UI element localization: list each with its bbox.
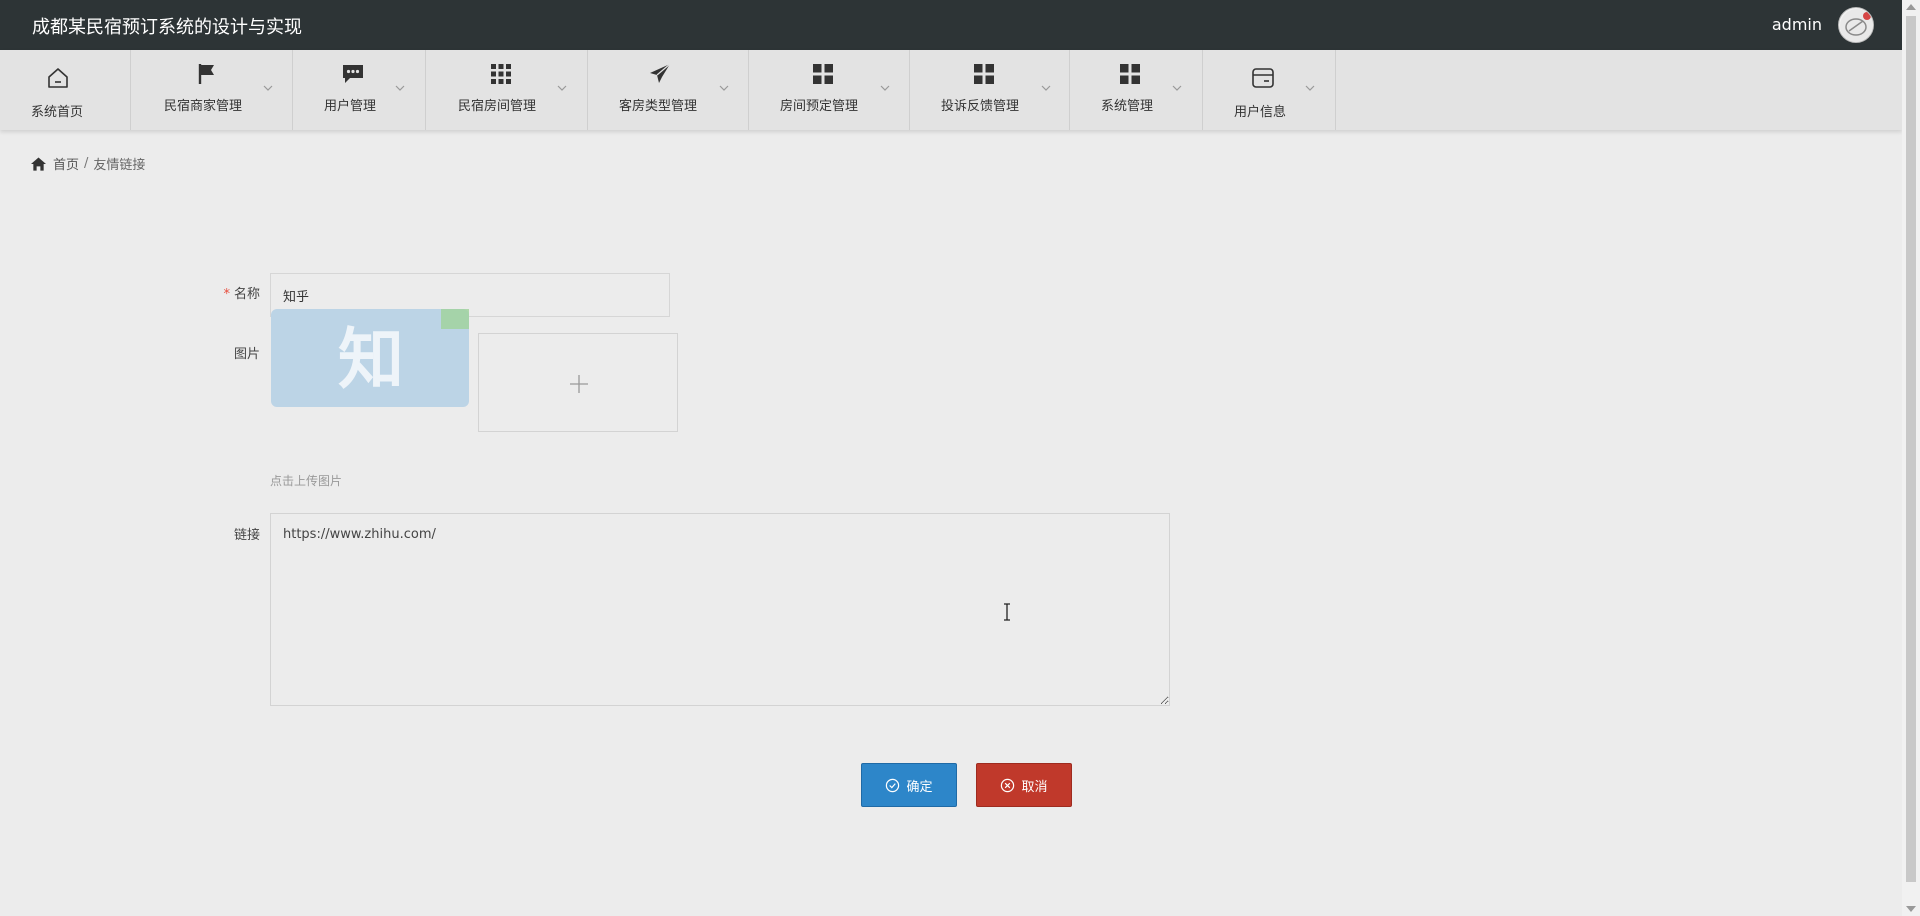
chevron-down-icon	[1305, 85, 1315, 91]
nav-item-complaint-management[interactable]: 投诉反馈管理	[910, 50, 1070, 130]
chevron-down-icon	[880, 85, 890, 91]
chat-icon	[343, 65, 363, 83]
confirm-button[interactable]: 确定	[861, 763, 957, 807]
nav-item-merchant-management[interactable]: 民宿商家管理	[131, 50, 293, 130]
uploaded-image-thumbnail[interactable]: 知	[271, 309, 469, 407]
scroll-up-arrow-icon[interactable]	[1906, 4, 1916, 10]
nav-label-complaint-management: 投诉反馈管理	[941, 99, 1020, 114]
grid-icon	[491, 64, 511, 84]
breadcrumb-current: 友情链接	[93, 158, 146, 173]
chevron-down-icon	[395, 85, 405, 91]
breadcrumb-separator: /	[84, 156, 89, 171]
apps-icon	[974, 64, 994, 84]
nav-item-system-management[interactable]: 系统管理	[1070, 50, 1203, 130]
flag-icon	[198, 64, 214, 84]
nav-label-room-type-management: 客房类型管理	[619, 99, 698, 114]
home-icon	[48, 68, 68, 88]
apps-icon	[813, 64, 833, 84]
username[interactable]: admin	[1772, 15, 1822, 34]
avatar[interactable]	[1838, 7, 1874, 43]
check-circle-icon	[886, 778, 900, 792]
required-mark: *	[223, 287, 230, 302]
cancel-button[interactable]: 取消	[976, 763, 1072, 807]
scrollbar-thumb[interactable]	[1906, 16, 1916, 882]
cancel-label: 取消	[1021, 779, 1048, 795]
logo-text: 知	[338, 321, 404, 398]
home-icon	[31, 156, 46, 171]
upload-hint: 点击上传图片	[270, 474, 343, 488]
nav-label-system-management: 系统管理	[1101, 99, 1154, 114]
text-cursor-icon	[1004, 603, 1010, 621]
nav-item-home[interactable]: 系统首页	[0, 50, 131, 130]
link-textarea[interactable]: https://www.zhihu.com/	[270, 513, 1170, 706]
nav-label-booking-management: 房间预定管理	[780, 99, 859, 114]
link-label: 链接	[233, 528, 260, 543]
nav-label-user-management: 用户管理	[324, 99, 377, 114]
name-label-text: 名称	[233, 287, 260, 302]
chevron-down-icon	[557, 85, 567, 91]
nav-label-merchant-management: 民宿商家管理	[164, 99, 243, 114]
nav-item-user-info[interactable]: 用户信息	[1203, 50, 1336, 130]
nav-label-home: 系统首页	[31, 105, 84, 120]
nav-item-room-type-management[interactable]: 客房类型管理	[588, 50, 749, 130]
confirm-label: 确定	[906, 779, 933, 795]
image-label: 图片	[233, 347, 260, 362]
nav-item-user-management[interactable]: 用户管理	[293, 50, 426, 130]
breadcrumb-home[interactable]: 首页	[53, 154, 79, 173]
chevron-down-icon	[719, 85, 729, 91]
main-nav: 系统首页 民宿商家管理 用户管理 民宿房间管理 客房类型管理 房间预定管理 投诉…	[0, 50, 1902, 130]
apps-icon	[1120, 64, 1140, 84]
vertical-scrollbar[interactable]	[1902, 0, 1920, 916]
chevron-down-icon	[263, 85, 273, 91]
nav-label-user-info: 用户信息	[1234, 105, 1287, 120]
nav-item-booking-management[interactable]: 房间预定管理	[749, 50, 910, 130]
name-label: * 名称	[180, 283, 260, 302]
scroll-down-arrow-icon[interactable]	[1906, 906, 1916, 912]
plus-icon	[570, 375, 588, 393]
breadcrumb: 首页 / 友情链接	[31, 154, 145, 173]
nav-item-room-management[interactable]: 民宿房间管理	[426, 50, 588, 130]
close-circle-icon	[1001, 778, 1015, 792]
chevron-down-icon	[1172, 85, 1182, 91]
avatar-image-icon	[1840, 9, 1873, 42]
top-header: 成都某民宿预订系统的设计与实现 admin	[0, 0, 1902, 50]
paper-plane-icon	[650, 63, 671, 83]
chevron-down-icon	[1041, 85, 1051, 91]
image-upload-button[interactable]	[478, 333, 678, 432]
app-title: 成都某民宿预订系统的设计与实现	[32, 17, 302, 38]
nav-label-room-management: 民宿房间管理	[458, 99, 537, 114]
card-icon	[1252, 68, 1274, 88]
